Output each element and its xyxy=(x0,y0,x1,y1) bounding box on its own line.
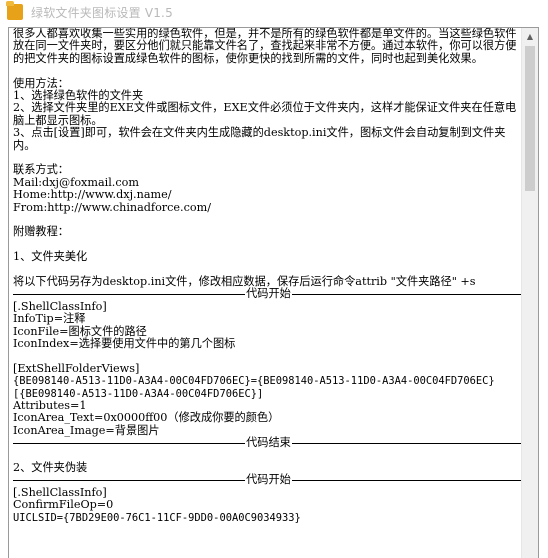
vertical-scrollbar[interactable]: ▲ xyxy=(521,28,538,558)
text-line: 联系方式： xyxy=(13,163,69,177)
code-divider: 代码开始 xyxy=(13,287,524,301)
code-divider: 代码开始 xyxy=(13,473,524,487)
text-line xyxy=(13,239,524,251)
text-line xyxy=(13,450,524,462)
divider-label: 代码开始 xyxy=(245,287,292,301)
readme-text: 很多人都喜欢收集一些实用的绿色软件，但是，并不是所有的绿色软件都是单文件的。当这… xyxy=(13,28,524,524)
text-line: ConfirmFileOp=0 xyxy=(13,498,114,512)
title-bar[interactable]: 绿软文件夹图标设置 V1.5 xyxy=(0,0,548,24)
text-line xyxy=(13,65,524,77)
folder-icon xyxy=(6,1,23,20)
text-line: InfoTip=注释 xyxy=(13,312,86,326)
divider-label: 代码结束 xyxy=(245,436,292,450)
text-line: 附赠教程： xyxy=(13,225,69,239)
text-line xyxy=(13,214,524,226)
divider-label: 代码开始 xyxy=(245,473,292,487)
readme-textarea[interactable]: 很多人都喜欢收集一些实用的绿色软件，但是，并不是所有的绿色软件都是单文件的。当这… xyxy=(8,27,539,558)
code-divider: 代码结束 xyxy=(13,436,524,450)
text-line: 很多人都喜欢收集一些实用的绿色软件，但是，并不是所有的绿色软件都是单文件的。当这… xyxy=(13,27,517,65)
text-line: IconIndex=选择要使用文件中的第几个图标 xyxy=(13,337,236,351)
text-line: Home:http://www.dxj.name/ xyxy=(13,188,172,202)
scrollbar-thumb[interactable] xyxy=(525,46,535,191)
text-line xyxy=(13,152,524,164)
text-line: [ExtShellFolderViews] xyxy=(13,361,140,375)
text-line xyxy=(13,350,524,362)
text-line: UICLSID={7BD29E00-76C1-11CF-9DD0-00A0C90… xyxy=(13,511,301,524)
window-title: 绿软文件夹图标设置 V1.5 xyxy=(31,5,173,20)
text-line: From:http://www.chinadforce.com/ xyxy=(13,200,211,214)
text-line: [{BE098140-A513-11D0-A3A4-00C04FD706EC}] xyxy=(13,387,264,400)
text-line: [.ShellClassInfo] xyxy=(13,299,107,313)
text-line: {BE098140-A513-11D0-A3A4-00C04FD706EC}={… xyxy=(13,375,495,388)
text-line: 2、选择文件夹里的EXE文件或图标文件，EXE文件必须位于文件夹内，这样才能保证… xyxy=(13,101,517,127)
text-line: 3、点击[设置]即可，软件会在文件夹内生成隐藏的desktop.ini文件，图标… xyxy=(13,126,506,152)
text-line: 1、文件夹美化 xyxy=(13,250,88,264)
app-window: 绿软文件夹图标设置 V1.5 很多人都喜欢收集一些实用的绿色软件，但是，并不是所… xyxy=(0,0,548,558)
chevron-up-icon[interactable]: ▲ xyxy=(522,28,538,45)
